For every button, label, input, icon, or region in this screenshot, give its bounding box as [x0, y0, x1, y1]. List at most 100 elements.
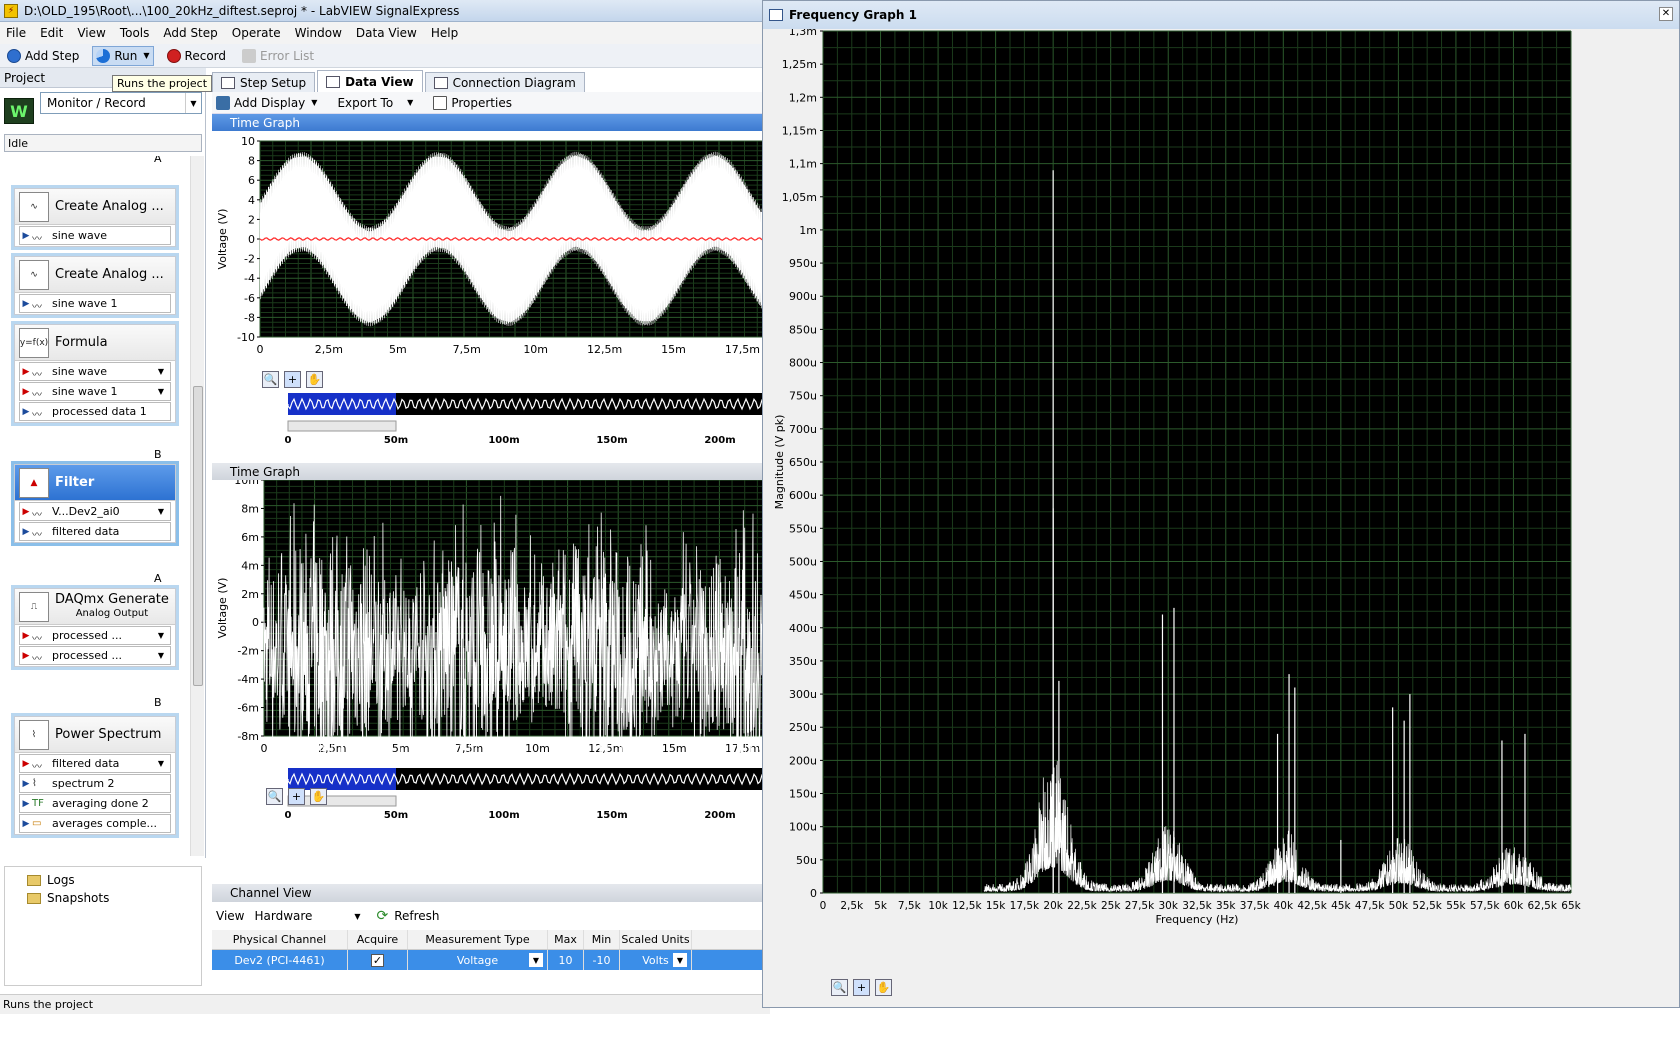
menu-add-step[interactable]: Add Step — [163, 26, 217, 40]
chevron-down-icon[interactable]: ▼ — [673, 953, 687, 967]
step-header[interactable]: ⌇ Power Spectrum — [15, 717, 175, 753]
cell-max[interactable]: 10 — [548, 950, 584, 970]
step-header[interactable]: ∿ Create Analog ... — [15, 189, 175, 225]
chevron-down-icon[interactable]: ▼ — [152, 651, 170, 660]
step-header[interactable]: ▲ Filter — [15, 465, 175, 501]
chevron-down-icon[interactable]: ▼ — [311, 98, 317, 107]
chevron-down-icon[interactable]: ▼ — [185, 93, 201, 113]
step-output-row[interactable]: ▶ TF averaging done 2 — [19, 794, 171, 813]
y-tick-label: -2m — [237, 645, 259, 658]
step-output-row[interactable]: ▶ 〰 sine wave 1 — [19, 294, 171, 313]
step-output-row[interactable]: ▶ ⌇ spectrum 2 — [19, 774, 171, 793]
step-header[interactable]: ∿ Create Analog ... — [15, 257, 175, 293]
step-create-analog-1[interactable]: ∿ Create Analog ... ▶ 〰 sine wave — [14, 188, 176, 247]
table-row[interactable]: Dev2 (PCI-4461) ✓ Voltage ▼ 10 -10 Volts ▼ — [212, 950, 770, 970]
cursor-plus-icon[interactable]: + — [853, 979, 870, 996]
chevron-down-icon[interactable]: ▼ — [529, 953, 543, 967]
acquire-checkbox[interactable]: ✓ — [371, 953, 384, 967]
time-graph-1[interactable]: 1086420-2-4-6-8-100 2,5m 5m 7,5m 10m 12,5m 15m… — [212, 131, 771, 461]
menu-bar: File Edit View Tools Add Step Operate Wi… — [0, 22, 770, 44]
mode-select[interactable]: Monitor / Record ▼ — [40, 92, 202, 114]
pan-hand-icon[interactable]: ✋ — [306, 371, 323, 388]
tab-connection-diagram[interactable]: Connection Diagram — [424, 72, 585, 92]
run-dropdown-arrow-icon[interactable]: ▼ — [143, 51, 149, 60]
add-display-button[interactable]: Add Display ▼ — [216, 95, 317, 110]
cell-channel[interactable]: Dev2 (PCI-4461) — [212, 950, 348, 970]
zoom-icon[interactable]: 🔍 — [262, 371, 279, 388]
graph-window-icon — [769, 9, 783, 21]
time-graph-2[interactable]: 10m8m6m4m2m0-2m-4m-6m-8m0 2,5m 5m 7,5m 10m 12… — [212, 474, 771, 880]
view-select[interactable]: Hardware ▼ — [254, 906, 364, 926]
input-pin-icon: ▶ — [22, 630, 30, 641]
logs-item[interactable]: Logs — [5, 871, 201, 889]
chevron-down-icon[interactable]: ▼ — [354, 912, 360, 921]
output-pin-icon: ▶ — [22, 798, 30, 809]
refresh-button[interactable]: Refresh — [394, 909, 439, 923]
error-list-button[interactable]: Error List — [239, 46, 317, 66]
chevron-down-icon[interactable]: ▼ — [407, 98, 413, 107]
zoom-icon[interactable]: 🔍 — [266, 788, 283, 805]
tab-data-view[interactable]: Data View — [317, 70, 423, 92]
record-button[interactable]: Record — [164, 46, 229, 66]
menu-view[interactable]: View — [77, 26, 105, 40]
cursor-plus-icon[interactable]: + — [284, 371, 301, 388]
x-tick-label: 57,5k — [1470, 900, 1500, 912]
y-tick-label: 1,15m — [782, 124, 817, 137]
waveform-icon: 〰 — [32, 233, 42, 245]
step-power-spectrum[interactable]: ⌇ Power Spectrum ▶ 〰 filtered data ▼ ▶ ⌇… — [14, 716, 176, 835]
menu-file[interactable]: File — [6, 26, 26, 40]
step-formula[interactable]: y=f(x) Formula ▶ 〰 sine wave ▼ ▶ 〰 sine … — [14, 324, 176, 423]
snapshots-item[interactable]: Snapshots — [5, 889, 201, 907]
cell-units[interactable]: Volts ▼ — [620, 950, 692, 970]
menu-operate[interactable]: Operate — [232, 26, 281, 40]
step-daqmx-generate[interactable]: ⎍ DAQmx Generate Analog Output ▶ 〰 proce… — [14, 588, 176, 667]
step-output-row[interactable]: ▶ 〰 sine wave — [19, 226, 171, 245]
cell-min[interactable]: -10 — [584, 950, 620, 970]
signal-label: averages comple... — [52, 817, 158, 830]
chevron-down-icon[interactable]: ▼ — [152, 387, 170, 396]
chevron-down-icon[interactable]: ▼ — [152, 507, 170, 516]
step-input-row[interactable]: ▶ 〰 processed ... ▼ — [19, 626, 171, 645]
run-button[interactable]: Run ▼ — [92, 45, 154, 66]
x-tick-label: 40k — [1274, 900, 1294, 912]
step-input-row[interactable]: ▶ 〰 processed ... ▼ — [19, 646, 171, 665]
step-header[interactable]: ⎍ DAQmx Generate Analog Output — [15, 589, 175, 625]
chevron-down-icon[interactable]: ▼ — [152, 367, 170, 376]
step-list-scrollbar[interactable] — [190, 156, 204, 856]
chevron-down-icon[interactable]: ▼ — [152, 631, 170, 640]
frequency-graph[interactable]: 1,3m 1,25m 1,2m 1,15m 1,1m 1,05m 1m 950u 900u 850… — [763, 29, 1679, 1007]
scrollbar-thumb[interactable] — [193, 386, 203, 686]
step-output-row[interactable]: ▶ 〰 filtered data — [19, 522, 171, 541]
x-tick-label: 15k — [986, 900, 1006, 912]
step-output-row[interactable]: ▶ ▭ averages comple... — [19, 814, 171, 833]
menu-data-view[interactable]: Data View — [356, 26, 417, 40]
menu-help[interactable]: Help — [431, 26, 458, 40]
y-tick-label: 550u — [789, 522, 817, 535]
menu-window[interactable]: Window — [295, 26, 342, 40]
step-input-row[interactable]: ▶ 〰 sine wave 1 ▼ — [19, 382, 171, 401]
zoom-icon[interactable]: 🔍 — [831, 979, 848, 996]
step-input-row[interactable]: ▶ 〰 V...Dev2_ai0 ▼ — [19, 502, 171, 521]
chevron-down-icon[interactable]: ▼ — [152, 759, 170, 768]
step-create-analog-2[interactable]: ∿ Create Analog ... ▶ 〰 sine wave 1 — [14, 256, 176, 315]
properties-button[interactable]: Properties — [433, 95, 512, 110]
menu-tools[interactable]: Tools — [120, 26, 150, 40]
close-icon[interactable]: ✕ — [1659, 7, 1673, 21]
signal-label: filtered data — [52, 757, 120, 770]
export-to-button[interactable]: Export To ▼ — [337, 96, 413, 110]
step-filter[interactable]: ▲ Filter ▶ 〰 V...Dev2_ai0 ▼ ▶ 〰 filtered… — [14, 464, 176, 543]
refresh-icon[interactable]: ⟳ — [376, 908, 388, 924]
menu-edit[interactable]: Edit — [40, 26, 63, 40]
pan-hand-icon[interactable]: ✋ — [310, 788, 327, 805]
cell-acquire[interactable]: ✓ — [348, 950, 408, 970]
cursor-plus-icon[interactable]: + — [288, 788, 305, 805]
step-input-row[interactable]: ▶ 〰 sine wave ▼ — [19, 362, 171, 381]
step-header[interactable]: y=f(x) Formula — [15, 325, 175, 361]
step-input-row[interactable]: ▶ 〰 filtered data ▼ — [19, 754, 171, 773]
pan-hand-icon[interactable]: ✋ — [875, 979, 892, 996]
data-view-toolbar: Add Display ▼ Export To ▼ Properties — [212, 92, 770, 114]
cell-type[interactable]: Voltage ▼ — [408, 950, 548, 970]
step-output-row[interactable]: ▶ 〰 processed data 1 — [19, 402, 171, 421]
tab-step-setup[interactable]: Step Setup — [212, 72, 316, 92]
add-step-button[interactable]: Add Step — [4, 46, 82, 66]
